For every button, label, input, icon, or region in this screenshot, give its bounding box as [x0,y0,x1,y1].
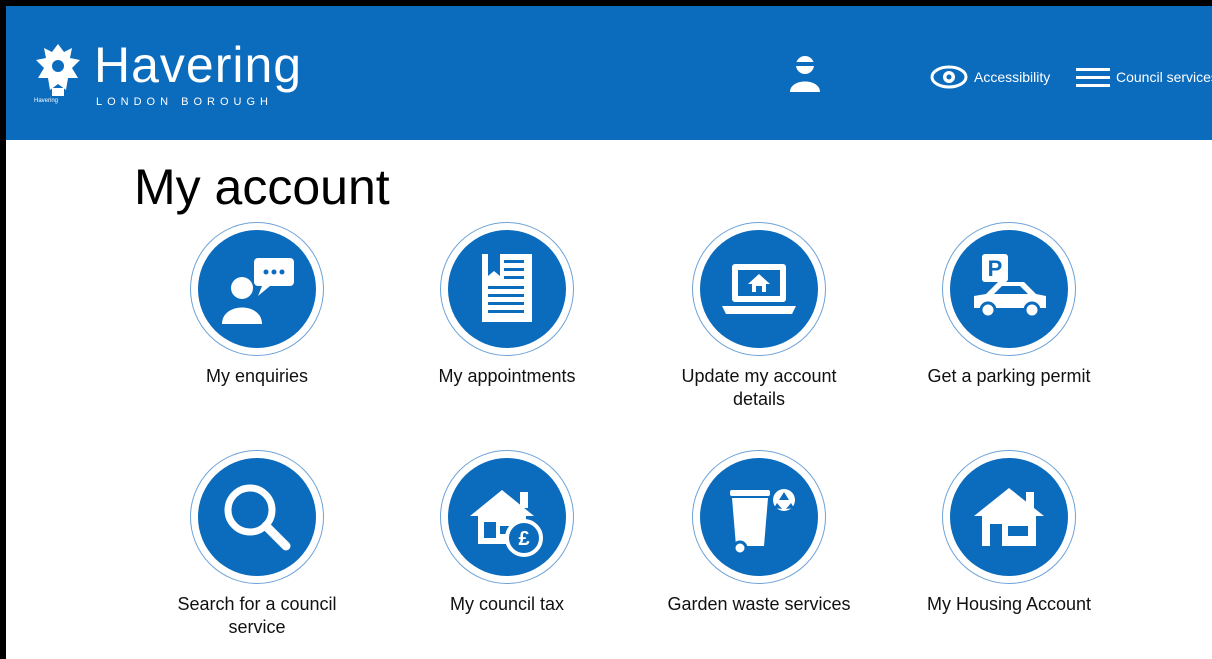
tile-label: Update my account details [681,366,837,409]
page-title: My account [134,159,390,215]
tile-label: My Housing Account [926,594,1092,614]
eye-icon [930,65,968,89]
svg-text:P: P [988,256,1003,281]
tile-label: My enquiries [205,366,309,386]
tile-get-parking-permit[interactable]: P Get a parking permit [904,222,1114,388]
housing-icon [974,488,1044,546]
garden-waste-icon [730,489,795,556]
user-icon [790,56,820,92]
tile-my-council-tax[interactable]: £ My council tax [402,450,612,616]
parking-permit-icon: P [974,254,1046,319]
crest-icon [36,44,80,96]
tile-garden-waste-services[interactable]: Garden waste services [654,450,864,616]
havering-logo[interactable]: Havering LONDON BOROUGH Havering [28,34,348,114]
tile-label: Garden waste services [667,594,851,614]
council-services-menu-button[interactable]: Council services [1076,62,1212,92]
council-tax-icon: £ [470,490,543,557]
tile-update-account-details[interactable]: Update my account details [654,222,864,411]
appointments-icon [482,254,532,322]
tile-my-appointments[interactable]: My appointments [402,222,612,388]
tile-label: My council tax [449,594,565,614]
user-account-button[interactable] [788,54,822,94]
tile-label: My appointments [438,366,576,386]
enquiries-icon [222,258,294,324]
tile-label: Search for a council service [177,594,337,637]
brand-subtitle: LONDON BOROUGH [96,96,273,108]
svg-text:£: £ [518,528,529,550]
tile-my-housing-account[interactable]: My Housing Account [904,450,1114,616]
update-account-icon [722,264,796,314]
search-icon [224,484,291,551]
tile-my-enquiries[interactable]: My enquiries [152,222,362,388]
site-header: Havering LONDON BOROUGH Havering Accessi… [6,6,1212,140]
accessibility-label: Accessibility [974,69,1051,85]
accessibility-button[interactable]: Accessibility [930,62,1050,92]
tile-label: Get a parking permit [927,366,1091,386]
brand-name: Havering [94,37,303,93]
tile-search-council-service[interactable]: Search for a council service [152,450,362,639]
hamburger-icon [1076,68,1110,87]
crest-caption: Havering [34,98,59,104]
council-services-label: Council services [1116,69,1212,85]
